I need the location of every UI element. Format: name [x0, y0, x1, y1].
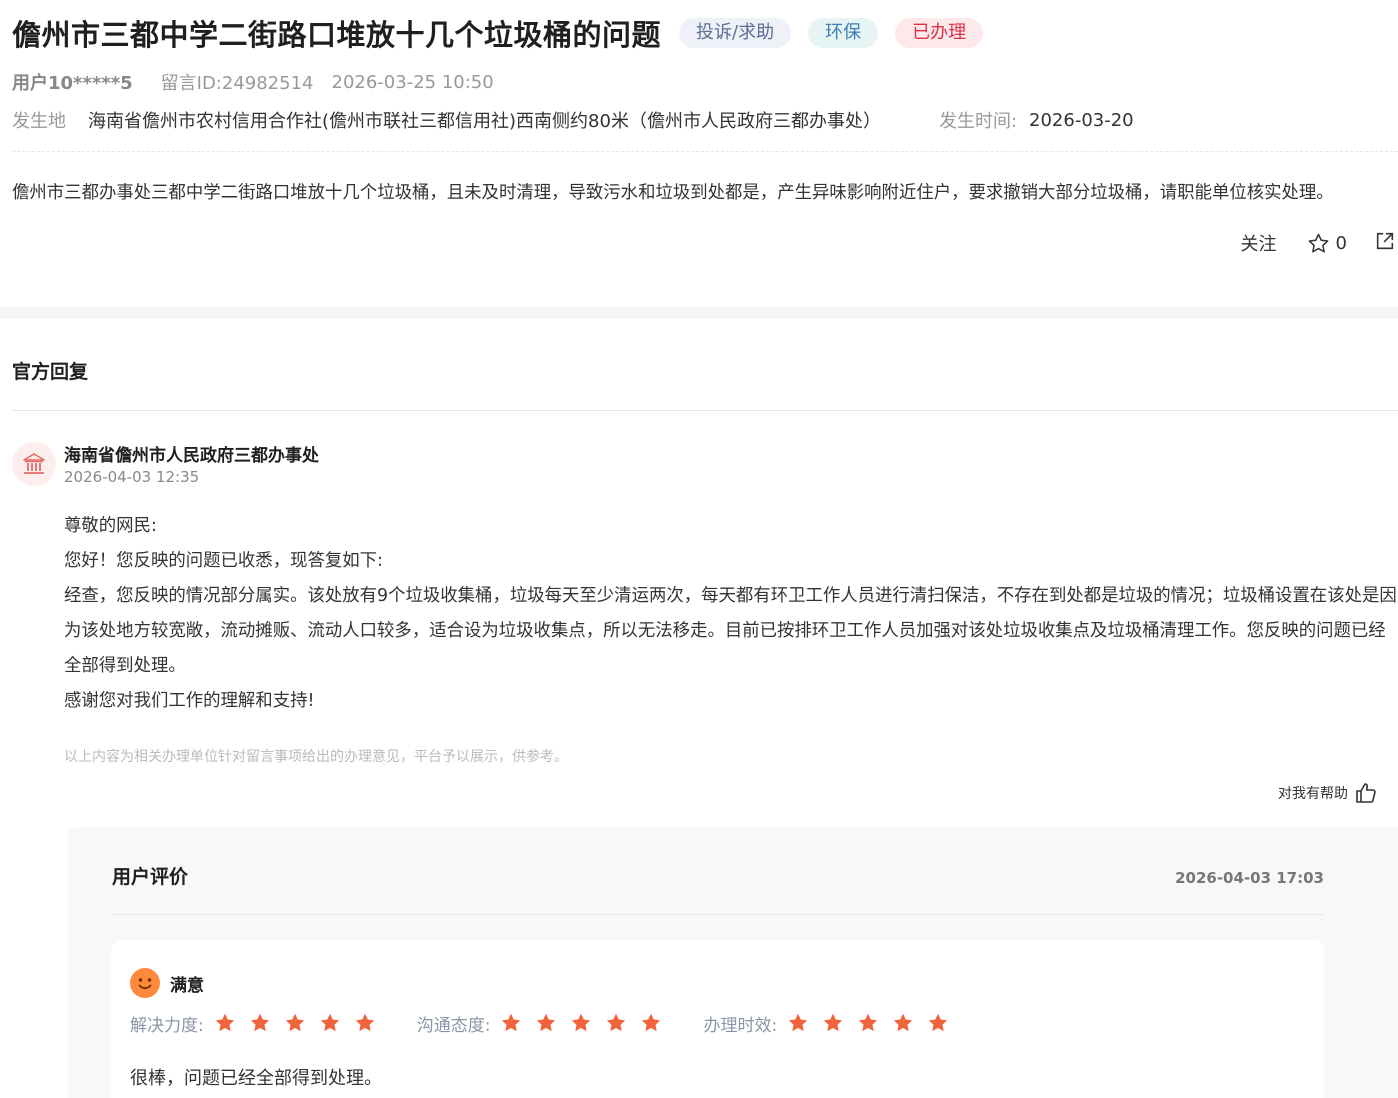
star-filled-icon [250, 1013, 269, 1032]
score-label: 沟通态度: [416, 1015, 491, 1036]
satisfaction-row: 满意 [130, 968, 204, 998]
post-meta: 用户10*****5 留言ID:24982514 2026-03-25 10:5… [12, 70, 494, 95]
star-filled-icon [215, 1013, 234, 1032]
evaluation-title: 用户评价 [112, 866, 189, 888]
topic-tag[interactable]: 环保 [808, 18, 879, 48]
reply-body: 尊敬的网民: 您好！您反映的问题已收悉，现答复如下: 经查，您反映的情况部分属实… [64, 509, 1398, 719]
star-filled-icon [355, 1013, 374, 1032]
star-rating [500, 1012, 675, 1034]
post-time: 2026-03-25 10:50 [331, 71, 494, 93]
location-value: 海南省儋州市农村信用合作社(儋州市联社三都信用社)西南侧约80米（儋州市人民政府… [88, 111, 881, 132]
section-gap [0, 307, 1398, 319]
star-filled-icon [502, 1013, 521, 1032]
event-time-value: 2026-03-20 [1029, 109, 1134, 131]
category-tag[interactable]: 投诉/求助 [679, 18, 792, 48]
share-button[interactable] [1374, 230, 1398, 257]
reply-section-title: 官方回复 [12, 361, 89, 383]
star-filled-icon [320, 1013, 339, 1032]
star-rating [787, 1012, 962, 1034]
score-label: 解决力度: [130, 1015, 204, 1036]
evaluation-detail: 满意 解决力度: 沟通态度: 办理时效: 很棒，问题已经全部得到处理。 [111, 940, 1324, 1098]
helpful-label: 对我有帮助 [1278, 786, 1348, 802]
user-name: 用户10*****5 [12, 73, 133, 94]
star-filled-icon [285, 1013, 304, 1032]
government-building-icon [23, 453, 45, 474]
star-outline-icon [1308, 233, 1328, 253]
evaluation-comment: 很棒，问题已经全部得到处理。 [130, 1068, 382, 1089]
star-filled-icon [789, 1013, 808, 1032]
star-count: 0 [1335, 232, 1347, 254]
helpful-button[interactable]: 对我有帮助 [1278, 781, 1378, 805]
star-filled-icon [642, 1013, 661, 1032]
star-filled-icon [859, 1013, 878, 1032]
status-badge: 已办理 [895, 18, 984, 48]
message-id: 留言ID:24982514 [160, 73, 314, 94]
star-filled-icon [894, 1013, 913, 1032]
score-resolution: 解决力度: [130, 1011, 389, 1036]
star-button[interactable]: 0 [1307, 232, 1347, 255]
star-filled-icon [537, 1013, 556, 1032]
score-communication: 沟通态度: [417, 1011, 676, 1036]
score-timeliness: 办理时效: [703, 1011, 962, 1036]
event-time-label: 发生时间: [938, 111, 1018, 132]
reply-paragraph: 感谢您对我们工作的理解和支持! [64, 691, 315, 711]
star-filled-icon [929, 1013, 948, 1032]
reply-paragraph: 您好！您反映的问题已收悉，现答复如下: [64, 551, 383, 571]
star-filled-icon [572, 1013, 591, 1032]
star-filled-icon [824, 1013, 843, 1032]
reply-paragraph: 经查，您反映的情况部分属实。该处放有9个垃圾收集桶，垃圾每天至少清运两次，每天都… [64, 586, 1397, 676]
share-icon [1376, 232, 1394, 249]
page-title: 儋州市三都中学二街路口堆放十几个垃圾桶的问题 [12, 18, 662, 52]
follow-button[interactable]: 关注 [1241, 230, 1277, 256]
divider [112, 914, 1324, 915]
post-actions: 关注 0 [1241, 230, 1398, 256]
evaluation-card: 用户评价 2026-04-03 17:03 满意 解决力度: 沟通态度: 办理时… [68, 827, 1398, 1098]
smile-emoji-icon [130, 968, 160, 998]
divider [12, 410, 1398, 411]
disclaimer: 以上内容为相关办理单位针对留言事项给出的办理意见，平台予以展示，供参考。 [64, 749, 568, 765]
avatar [12, 442, 56, 486]
title-row: 儋州市三都中学二街路口堆放十几个垃圾桶的问题 投诉/求助 环保 已办理 [12, 12, 984, 54]
location-label: 发生地 [12, 111, 66, 132]
org-name: 海南省儋州市人民政府三都办事处 [64, 446, 319, 466]
reply-paragraph: 尊敬的网民: [64, 516, 157, 536]
divider [12, 151, 1398, 152]
thumbs-up-icon [1356, 783, 1376, 803]
post-content: 儋州市三都办事处三都中学二街路口堆放十几个垃圾桶，且未及时清理，导致污水和垃圾到… [12, 183, 1334, 203]
reply-time: 2026-04-03 12:35 [64, 468, 200, 486]
score-label: 办理时效: [703, 1015, 778, 1036]
star-filled-icon [607, 1013, 626, 1032]
satisfaction-text: 满意 [170, 975, 204, 996]
star-rating [214, 1012, 389, 1034]
score-row: 解决力度: 沟通态度: 办理时效: [130, 1010, 990, 1036]
evaluation-time: 2026-04-03 17:03 [1175, 869, 1324, 887]
location-row: 发生地 海南省儋州市农村信用合作社(儋州市联社三都信用社)西南侧约80米（儋州市… [12, 107, 1134, 133]
